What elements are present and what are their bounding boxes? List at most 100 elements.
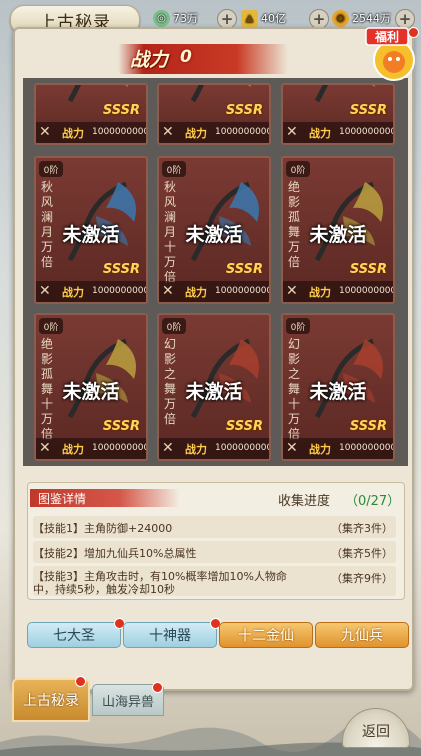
resource-jade-value: 73万 [173, 12, 198, 25]
card-power-label: 战力 [185, 127, 207, 140]
card-rarity: SSSR [102, 419, 140, 434]
card-power-row: ✕ 战力 1000000000000 [159, 122, 269, 143]
card-power-row: ✕ 战力 1000000000000 [36, 122, 146, 143]
card-status: 未激活 [309, 381, 367, 403]
skill-label: 【技能1】 [33, 522, 84, 535]
collection-card[interactable]: 0阶绝影孤舞万倍 未激活SSSR ✕ 战力 1000000000000 [281, 156, 395, 304]
card-rarity: SSSR [102, 262, 140, 277]
card-power-row: ✕ 战力 1000000000000 [283, 281, 393, 302]
card-power-label: 战力 [62, 443, 84, 456]
collection-card[interactable]: 0阶幻影之舞万倍 未激活SSSR ✕ 战力 1000000000000 [157, 313, 271, 461]
category-label: 七大圣 [53, 628, 95, 644]
category-label: 十神器 [149, 628, 191, 644]
card-power-value: 1000000000000 [339, 127, 393, 137]
card-power-label: 战力 [309, 127, 331, 140]
card-power-label: 战力 [62, 286, 84, 299]
card-power-value: 1000000000000 [92, 443, 146, 453]
card-rank: 0阶 [162, 161, 186, 177]
card-status: 未激活 [62, 381, 120, 403]
collection-card[interactable]: 0阶秋风澜月十万倍 未激活SSSR ✕ 战力 1000000000000 [157, 156, 271, 304]
collection-card[interactable]: 十万倍 SSSR ✕ 战力 1000000000000 [34, 83, 148, 145]
skill-label: 【技能3】 [33, 570, 84, 583]
crossed-swords-icon: ✕ [286, 440, 298, 456]
skill-1: 【技能1】主角防御+24000 （集齐3件） [33, 520, 397, 536]
card-rank: 0阶 [286, 318, 310, 334]
card-power-value: 1000000000000 [215, 443, 269, 453]
collection-card[interactable]: 万倍 SSSR ✕ 战力 1000000000000 [157, 83, 271, 145]
card-power-row: ✕ 战力 1000000000000 [159, 438, 269, 459]
skill-3: 【技能3】主角攻击时，有10%概率增加10%人物命中，持续5秒，触发冷却10秒 [33, 570, 303, 596]
category-label: 九仙兵 [341, 628, 383, 644]
collect-progress: （0/27） [345, 494, 401, 509]
skill-2: 【技能2】增加九仙兵10%总属性 （集齐5件） [33, 545, 397, 561]
resource-jade: ◎ 73万 [153, 7, 198, 29]
card-power-value: 1000000000000 [339, 286, 393, 296]
resource-ingot: ▲ 40亿 [241, 7, 286, 29]
crossed-swords-icon: ✕ [162, 440, 174, 456]
collection-card[interactable]: 0阶幻影之舞十万倍 未激活SSSR ✕ 战力 1000000000000 [281, 313, 395, 461]
category-label: 十二金仙 [238, 628, 294, 644]
card-rank: 0阶 [39, 161, 63, 177]
coin-icon: ◉ [332, 9, 349, 27]
power-value: 0 [180, 47, 192, 67]
add-ingot-button[interactable]: + [309, 9, 329, 29]
collection-card[interactable]: 0阶秋风澜月万倍 未激活SSSR ✕ 战力 1000000000000 [34, 156, 148, 304]
card-power-row: ✕ 战力 1000000000000 [283, 122, 393, 143]
card-power-row: ✕ 战力 1000000000000 [36, 281, 146, 302]
power-label: 战力 [130, 49, 169, 71]
category-shishenqi-button[interactable]: 十神器 [123, 622, 217, 648]
collection-card[interactable]: 0阶绝影孤舞十万倍 未激活SSSR ✕ 战力 1000000000000 [34, 313, 148, 461]
card-rarity: SSSR [102, 103, 140, 118]
crossed-swords-icon: ✕ [286, 124, 298, 140]
crossed-swords-icon: ✕ [162, 124, 174, 140]
card-rarity: SSSR [349, 419, 387, 434]
crossed-swords-icon: ✕ [286, 283, 298, 299]
card-power-value: 1000000000000 [215, 127, 269, 137]
skill-text: 主角防御+24000 [84, 522, 173, 535]
card-power-label: 战力 [62, 127, 84, 140]
resource-ingot-value: 40亿 [261, 12, 286, 25]
skill-requirement: （集齐9件） [331, 572, 393, 585]
card-power-label: 战力 [309, 443, 331, 456]
skill-requirement: （集齐3件） [331, 522, 393, 535]
card-status: 未激活 [309, 224, 367, 246]
card-power-value: 1000000000000 [92, 127, 146, 137]
tab-badge [75, 676, 86, 687]
skill-requirement: （集齐5件） [331, 547, 393, 560]
card-rarity: SSSR [349, 103, 387, 118]
tab-badge [152, 682, 163, 693]
welfare-badge [408, 27, 419, 38]
card-power-value: 1000000000000 [215, 286, 269, 296]
tab-label: 上古秘录 [23, 693, 79, 709]
category-shierjinxian-button[interactable]: 十二金仙 [219, 622, 313, 648]
skill-text: 增加九仙兵10%总属性 [84, 547, 197, 560]
card-rank: 0阶 [162, 318, 186, 334]
card-power-row: ✕ 战力 1000000000000 [36, 438, 146, 459]
card-power-label: 战力 [185, 443, 207, 456]
card-rarity: SSSR [225, 103, 263, 118]
details-title: 图鉴详情 [38, 492, 87, 506]
welfare-label: 福利 [374, 30, 399, 44]
card-status: 未激活 [62, 224, 120, 246]
crossed-swords-icon: ✕ [162, 283, 174, 299]
card-power-value: 1000000000000 [92, 286, 146, 296]
collect-label: 收集进度 [278, 494, 331, 509]
category-qidasheng-button[interactable]: 七大圣 [27, 622, 121, 648]
ingot-icon: ▲ [241, 9, 258, 27]
crossed-swords-icon: ✕ [39, 124, 51, 140]
skill-label: 【技能2】 [33, 547, 84, 560]
return-label: 返回 [362, 724, 390, 740]
card-power-row: ✕ 战力 1000000000000 [283, 438, 393, 459]
card-status: 未激活 [185, 381, 243, 403]
add-jade-button[interactable]: + [217, 9, 237, 29]
crossed-swords-icon: ✕ [39, 283, 51, 299]
card-rarity: SSSR [225, 262, 263, 277]
card-power-label: 战力 [185, 286, 207, 299]
card-rarity: SSSR [349, 262, 387, 277]
card-power-row: ✕ 战力 1000000000000 [159, 281, 269, 302]
collection-card[interactable]: 十万倍 SSSR ✕ 战力 1000000000000 [281, 83, 395, 145]
card-rank: 0阶 [286, 161, 310, 177]
jade-icon: ◎ [153, 9, 170, 27]
category-jiuxianbing-button[interactable]: 九仙兵 [315, 622, 409, 648]
card-rarity: SSSR [225, 419, 263, 434]
